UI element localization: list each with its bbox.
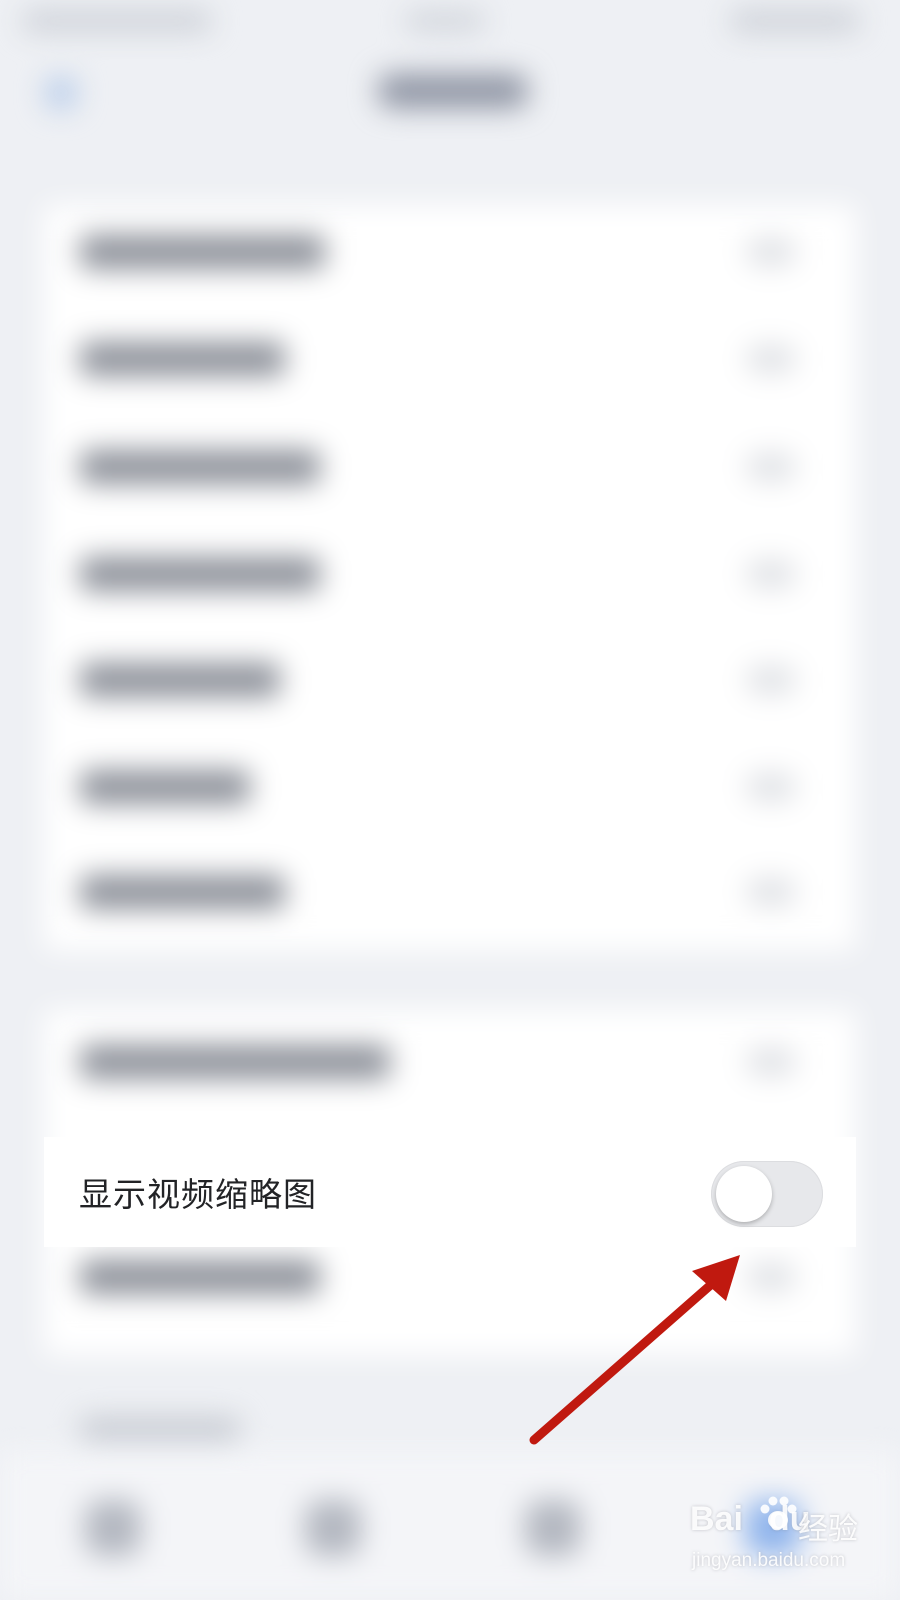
tab-discover-icon[interactable] [305,1500,361,1556]
settings-row-1[interactable] [80,235,325,269]
watermark-jingyan-text: 经验 [798,1512,858,1547]
tab-home-icon[interactable] [85,1500,141,1556]
row-3-switch[interactable] [746,453,796,481]
settings-row-6[interactable] [80,770,250,804]
watermark-url: jingyan.baidu.com [692,1550,846,1571]
row-2-switch[interactable] [746,345,796,373]
page-title-blurred [378,74,528,108]
toggle-knob [716,1166,772,1222]
status-bar-right [730,10,860,32]
settings-row-10[interactable] [80,1260,320,1294]
setting-label: 显示视频缩略图 [79,1175,317,1214]
settings-card-1 [44,205,856,950]
settings-row-4[interactable] [80,557,320,591]
status-bar-center [405,12,485,30]
setting-row-show-video-thumbnail: 显示视频缩略图 [44,1137,856,1247]
baidu-jingyan-watermark: Bai du 经验 jingyan.baidu.com [690,1496,890,1590]
row-1-switch[interactable] [746,238,796,266]
row-6-switch[interactable] [746,773,796,801]
paw-icon [760,1496,797,1529]
back-icon[interactable] [44,76,78,110]
show-video-thumbnail-toggle[interactable] [711,1161,823,1227]
row-10-switch[interactable] [746,1263,796,1291]
row-4-switch[interactable] [746,560,796,588]
row-7-switch[interactable] [746,878,796,906]
row-5-switch[interactable] [746,666,796,694]
settings-row-8[interactable] [80,1045,390,1079]
settings-row-2[interactable] [80,342,285,376]
settings-row-7[interactable] [80,875,285,909]
tab-files-icon[interactable] [525,1500,581,1556]
row-8-switch[interactable] [746,1048,796,1076]
section-footer-text [80,1418,240,1440]
settings-row-5[interactable] [80,663,280,697]
blurred-background [0,0,900,1600]
settings-row-3[interactable] [80,450,320,484]
status-bar-left [22,10,212,32]
